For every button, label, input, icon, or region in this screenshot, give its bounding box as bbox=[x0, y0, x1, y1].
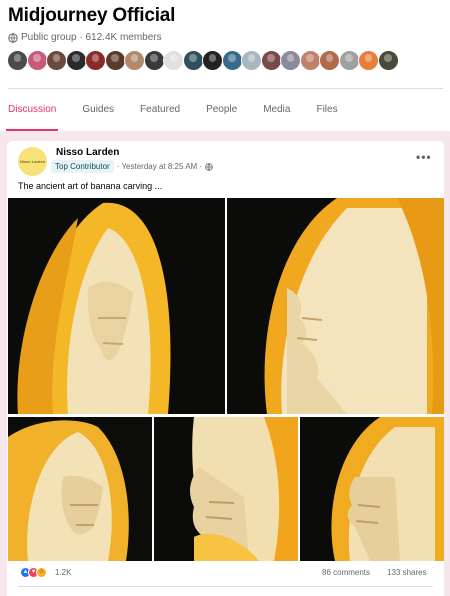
group-meta-text: Public group · 612.4K members bbox=[21, 32, 162, 43]
globe-icon bbox=[205, 162, 213, 171]
post-meta: Top Contributor · Yesterday at 8:25 AM · bbox=[51, 160, 213, 173]
more-options-icon[interactable]: ••• bbox=[416, 150, 432, 164]
member-avatar[interactable] bbox=[143, 50, 165, 71]
group-tabs: Discussion Guides Featured People Media Files bbox=[5, 89, 364, 131]
share-count[interactable]: 133 shares bbox=[387, 568, 427, 577]
reaction-count[interactable]: 1.2K bbox=[55, 568, 71, 577]
comment-count[interactable]: 86 comments bbox=[322, 568, 370, 577]
member-avatar[interactable] bbox=[124, 50, 145, 71]
post-photo-5[interactable] bbox=[300, 417, 444, 561]
member-avatar[interactable] bbox=[163, 50, 184, 71]
tab-featured[interactable]: Featured bbox=[140, 89, 180, 131]
member-avatar[interactable] bbox=[319, 50, 340, 71]
banana-carving-image bbox=[300, 417, 444, 561]
haha-icon: ☺ bbox=[36, 567, 47, 578]
group-title[interactable]: Midjourney Official bbox=[8, 5, 175, 27]
banana-carving-image bbox=[8, 198, 225, 414]
post-photo-1[interactable] bbox=[8, 198, 225, 414]
member-avatar[interactable] bbox=[338, 50, 360, 71]
tab-guides[interactable]: Guides bbox=[82, 89, 114, 131]
banana-carving-image bbox=[8, 417, 152, 561]
group-meta: Public group · 612.4K members bbox=[8, 32, 162, 43]
reaction-icons[interactable]: ▲ ♥ ☺ bbox=[20, 567, 47, 578]
post-text: The ancient art of banana carving ... bbox=[18, 181, 163, 191]
post-card: Nisso Larden Nisso Larden Top Contributo… bbox=[7, 141, 444, 596]
tab-discussion[interactable]: Discussion bbox=[5, 89, 59, 131]
post-author[interactable]: Nisso Larden bbox=[56, 147, 119, 158]
tab-media[interactable]: Media bbox=[263, 89, 290, 131]
post-divider bbox=[18, 586, 433, 587]
author-avatar[interactable]: Nisso Larden bbox=[18, 147, 47, 176]
member-avatar[interactable] bbox=[104, 50, 126, 71]
member-avatar[interactable] bbox=[260, 50, 282, 71]
member-avatar[interactable] bbox=[377, 50, 399, 71]
member-avatar[interactable] bbox=[85, 50, 106, 71]
member-avatar[interactable] bbox=[7, 50, 28, 71]
banana-carving-image bbox=[154, 417, 298, 561]
member-avatar[interactable] bbox=[65, 50, 87, 71]
globe-icon bbox=[8, 32, 18, 43]
post-photo-4[interactable] bbox=[154, 417, 298, 561]
banana-carving-image bbox=[227, 198, 444, 414]
member-avatar[interactable] bbox=[280, 50, 301, 71]
post-photo-3[interactable] bbox=[8, 417, 152, 561]
member-avatar[interactable] bbox=[202, 50, 223, 71]
post-photo-2[interactable] bbox=[227, 198, 444, 414]
member-avatar[interactable] bbox=[358, 50, 379, 71]
author-avatar-text: Nisso Larden bbox=[19, 158, 46, 164]
tab-people[interactable]: People bbox=[206, 89, 237, 131]
member-avatar[interactable] bbox=[299, 50, 321, 71]
top-contributor-badge[interactable]: Top Contributor bbox=[51, 160, 114, 173]
tab-files[interactable]: Files bbox=[316, 89, 337, 131]
member-avatar[interactable] bbox=[46, 50, 67, 71]
member-avatar[interactable] bbox=[241, 50, 262, 71]
member-avatar[interactable] bbox=[26, 50, 48, 71]
group-header: Midjourney Official Public group · 612.4… bbox=[0, 0, 450, 131]
post-stats: ▲ ♥ ☺ 1.2K 86 comments 133 shares bbox=[7, 567, 444, 581]
member-avatar[interactable] bbox=[221, 50, 243, 71]
member-avatars[interactable] bbox=[7, 50, 399, 72]
post-time[interactable]: · Yesterday at 8:25 AM · bbox=[117, 162, 202, 171]
member-avatar[interactable] bbox=[182, 50, 204, 71]
